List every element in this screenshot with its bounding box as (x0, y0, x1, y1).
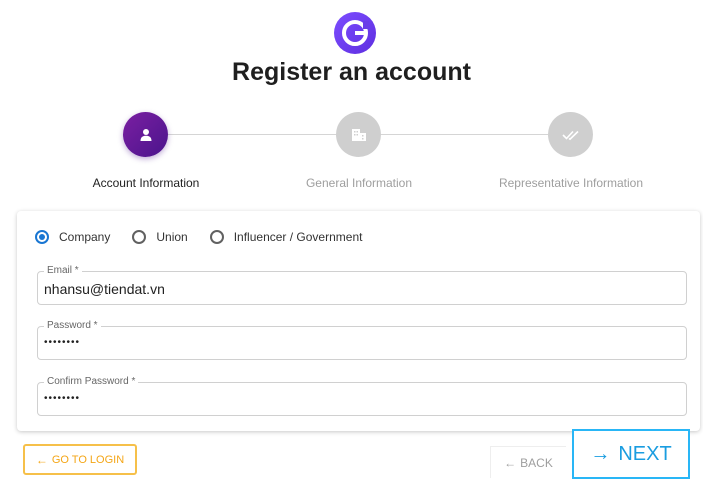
radio-union[interactable]: Union (132, 230, 188, 244)
registration-stepper: Account Information General Information … (0, 112, 703, 192)
arrow-left-icon: ← (35, 452, 48, 467)
radio-company[interactable]: Company (35, 230, 110, 244)
radio-label-company: Company (59, 230, 111, 244)
page-title: Register an account (232, 58, 471, 86)
email-field-value[interactable]: nhansu@tiendat.vn (44, 281, 165, 297)
next-label: NEXT (618, 442, 672, 465)
radio-label-union: Union (156, 230, 188, 244)
step-account-information[interactable] (123, 112, 168, 157)
password-field-value[interactable]: •••••••• (44, 337, 80, 348)
building-icon (351, 128, 366, 141)
step-representative-information[interactable] (548, 112, 593, 157)
password-field[interactable]: Password * •••••••• (37, 320, 687, 360)
step-label-general-information: General Information (305, 176, 413, 190)
confirm-password-field[interactable]: Confirm Password * •••••••• (37, 376, 687, 416)
step-label-account-information: Account Information (92, 176, 200, 190)
email-field[interactable]: Email * nhansu@tiendat.vn (37, 265, 687, 305)
radio-unchecked-icon[interactable] (132, 230, 147, 244)
radio-unchecked-icon[interactable] (209, 230, 224, 244)
back-button[interactable]: ← BACK (490, 446, 566, 478)
step-general-information[interactable] (336, 112, 381, 157)
radio-label-influencer-government: Influencer / Government (233, 230, 363, 244)
account-type-radio-group: Company Union Influencer / Government (35, 230, 384, 244)
radio-influencer-government[interactable]: Influencer / Government (209, 230, 363, 244)
confirm-password-field-label: Confirm Password * (44, 376, 139, 388)
back-label: BACK (520, 455, 553, 470)
radio-checked-icon[interactable] (35, 230, 49, 244)
email-field-label: Email * (44, 265, 82, 277)
step-connector (168, 134, 336, 135)
account-form-card: Company Union Influencer / Government Em… (17, 211, 700, 431)
brand-logo (334, 12, 376, 54)
arrow-right-icon: → (590, 442, 611, 465)
double-check-icon (561, 130, 579, 140)
user-icon (140, 128, 151, 141)
arrow-left-icon: ← (504, 455, 517, 470)
password-field-label: Password * (44, 320, 101, 332)
go-to-login-label: GO TO LOGIN (51, 453, 125, 466)
step-connector (381, 134, 548, 135)
go-to-login-button[interactable]: ← GO TO LOGIN (23, 444, 137, 475)
step-label-representative-information: Representative Information (498, 176, 644, 190)
confirm-password-field-value[interactable]: •••••••• (44, 393, 80, 404)
next-button[interactable]: → NEXT (572, 429, 690, 479)
g-letter-icon (342, 20, 369, 46)
